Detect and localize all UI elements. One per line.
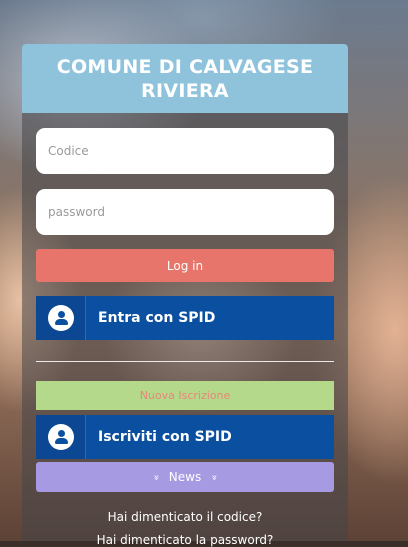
spid-login-button[interactable]: Entra con SPID	[36, 296, 334, 340]
spid-register-button[interactable]: Iscriviti con SPID	[36, 415, 334, 459]
login-button[interactable]: Log in	[36, 249, 334, 282]
chevron-down-icon: »	[208, 473, 220, 481]
forgot-password-link[interactable]: Hai dimenticato la password?	[36, 533, 334, 547]
password-input[interactable]	[36, 189, 334, 235]
spid-icon-container	[36, 415, 86, 459]
news-label: News	[168, 470, 202, 484]
spid-icon-container	[36, 296, 86, 340]
news-toggle-button[interactable]: » News »	[36, 462, 334, 492]
divider	[36, 361, 334, 362]
login-button-label: Log in	[166, 258, 204, 273]
forgot-code-link[interactable]: Hai dimenticato il codice?	[36, 510, 334, 524]
page-title: COMUNE DI CALVAGESE RIVIERA	[22, 44, 348, 113]
new-registration-button[interactable]: Nuova Iscrizione	[36, 381, 334, 410]
spid-register-label: Iscriviti con SPID	[98, 429, 232, 445]
code-input[interactable]	[36, 128, 334, 174]
user-icon	[47, 305, 74, 331]
spid-login-label: Entra con SPID	[98, 310, 216, 326]
new-registration-label: Nuova Iscrizione	[139, 389, 231, 402]
user-icon	[47, 424, 74, 450]
chevron-down-icon: »	[150, 473, 162, 481]
page-title-text: COMUNE DI CALVAGESE RIVIERA	[56, 55, 314, 102]
